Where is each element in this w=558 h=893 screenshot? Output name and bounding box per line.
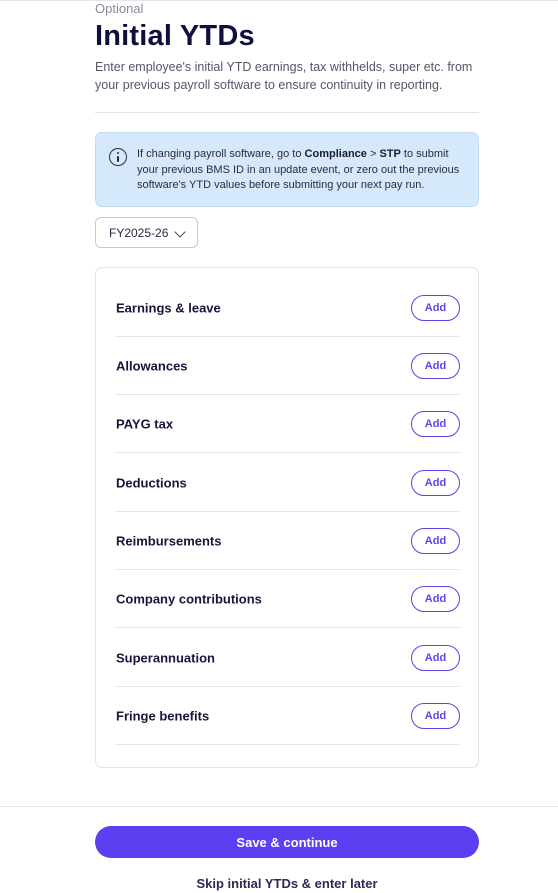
info-banner-text: If changing payroll software, go to Comp… bbox=[137, 147, 469, 194]
compliance-nav-text: Compliance bbox=[304, 148, 367, 160]
optional-label: Optional bbox=[95, 1, 144, 16]
footer-divider bbox=[0, 806, 558, 807]
add-reimbursements-button[interactable]: Add bbox=[411, 527, 460, 554]
page-title: Initial YTDs bbox=[95, 20, 255, 52]
save-continue-button[interactable]: Save & continue bbox=[95, 826, 479, 858]
add-earnings-leave-button[interactable]: Add bbox=[411, 294, 460, 321]
financial-year-select[interactable]: FY2025-26 bbox=[95, 217, 198, 248]
ytd-row-label: PAYG tax bbox=[116, 416, 174, 431]
add-superannuation-button[interactable]: Add bbox=[411, 644, 460, 671]
section-divider bbox=[95, 112, 479, 113]
ytd-row-reimbursements: Reimbursements Add bbox=[115, 512, 460, 570]
skip-initial-ytds-link[interactable]: Skip initial YTDs & enter later bbox=[95, 876, 479, 891]
ytd-row-label: Earnings & leave bbox=[116, 300, 221, 315]
ytd-row-label: Reimbursements bbox=[116, 533, 222, 548]
add-deductions-button[interactable]: Add bbox=[411, 469, 460, 496]
nav-separator: > bbox=[366, 148, 380, 160]
chevron-down-icon bbox=[174, 226, 186, 238]
add-allowances-button[interactable]: Add bbox=[411, 352, 460, 379]
ytd-row-payg-tax: PAYG tax Add bbox=[115, 395, 460, 453]
ytd-row-label: Allowances bbox=[116, 358, 188, 373]
add-payg-tax-button[interactable]: Add bbox=[411, 410, 460, 437]
financial-year-value: FY2025-26 bbox=[109, 225, 169, 240]
ytd-row-allowances: Allowances Add bbox=[115, 337, 460, 395]
ytd-row-fringe-benefits: Fringe benefits Add bbox=[115, 687, 460, 745]
ytd-row-label: Deductions bbox=[116, 475, 187, 490]
ytd-row-label: Fringe benefits bbox=[116, 708, 210, 723]
info-text-before: If changing payroll software, go to bbox=[137, 148, 305, 160]
add-fringe-benefits-button[interactable]: Add bbox=[411, 702, 460, 729]
info-banner: If changing payroll software, go to Comp… bbox=[95, 132, 479, 207]
page-description: Enter employee's initial YTD earnings, t… bbox=[95, 60, 473, 92]
add-company-contributions-button[interactable]: Add bbox=[411, 585, 460, 612]
top-divider bbox=[0, 0, 558, 1]
ytd-row-superannuation: Superannuation Add bbox=[115, 629, 460, 687]
ytd-row-label: Company contributions bbox=[116, 591, 262, 606]
ytd-categories-card: Earnings & leave Add Allowances Add PAYG… bbox=[95, 267, 479, 768]
ytd-row-earnings-leave: Earnings & leave Add bbox=[115, 279, 460, 337]
stp-nav-text: STP bbox=[379, 148, 401, 160]
ytd-row-company-contributions: Company contributions Add bbox=[115, 570, 460, 628]
info-icon bbox=[109, 148, 127, 166]
ytd-row-label: Superannuation bbox=[116, 650, 215, 665]
ytd-row-deductions: Deductions Add bbox=[115, 454, 460, 512]
